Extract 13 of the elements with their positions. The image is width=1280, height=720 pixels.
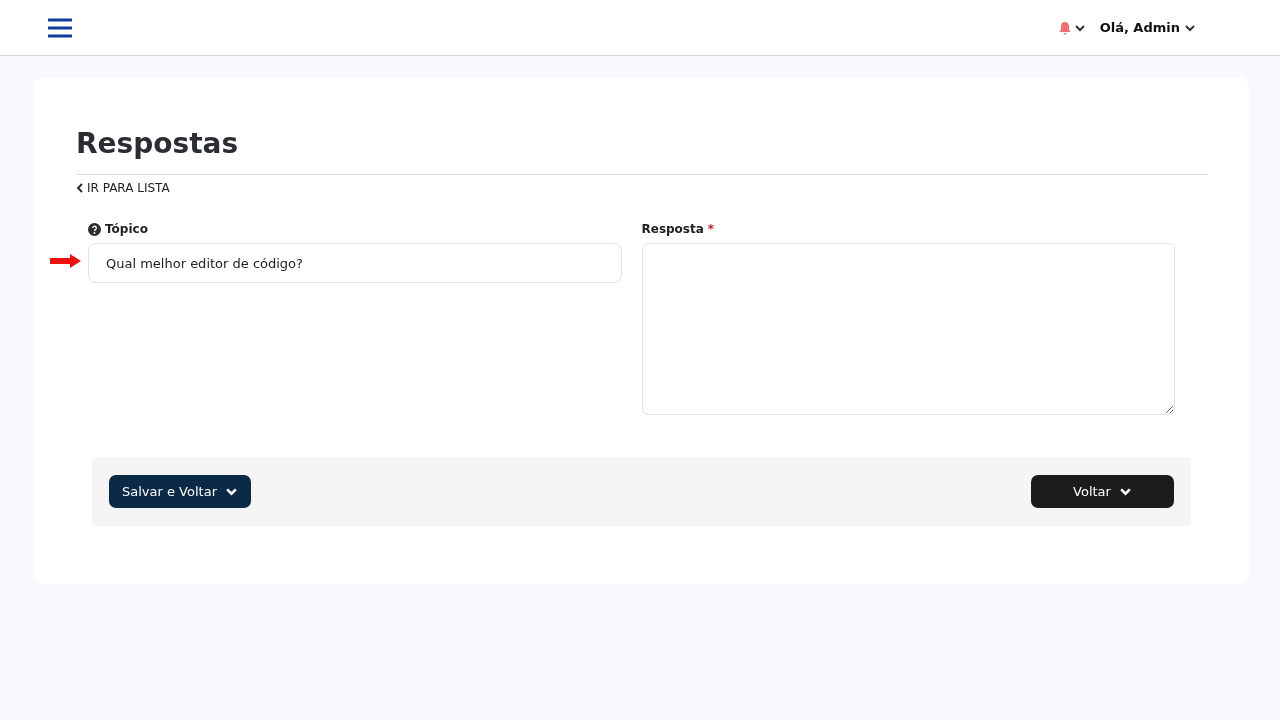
back-link[interactable]: IR PARA LISTA (76, 181, 170, 195)
topic-input[interactable]: Qual melhor editor de código? (88, 243, 622, 283)
bell-icon (1057, 20, 1072, 35)
notifications-button[interactable] (1057, 20, 1086, 35)
page-title: Respostas (76, 127, 1208, 175)
field-label: Resposta (641, 222, 704, 236)
action-button[interactable]: Voltar (1031, 475, 1174, 508)
action-button[interactable]: Salvar e Voltar (109, 475, 251, 508)
menu-icon[interactable] (48, 17, 72, 38)
user-menu[interactable]: Olá, Admin (1099, 20, 1196, 35)
field-label: Tópico (105, 222, 148, 236)
chevron-left-icon (76, 183, 84, 193)
required-mark: * (707, 222, 715, 236)
